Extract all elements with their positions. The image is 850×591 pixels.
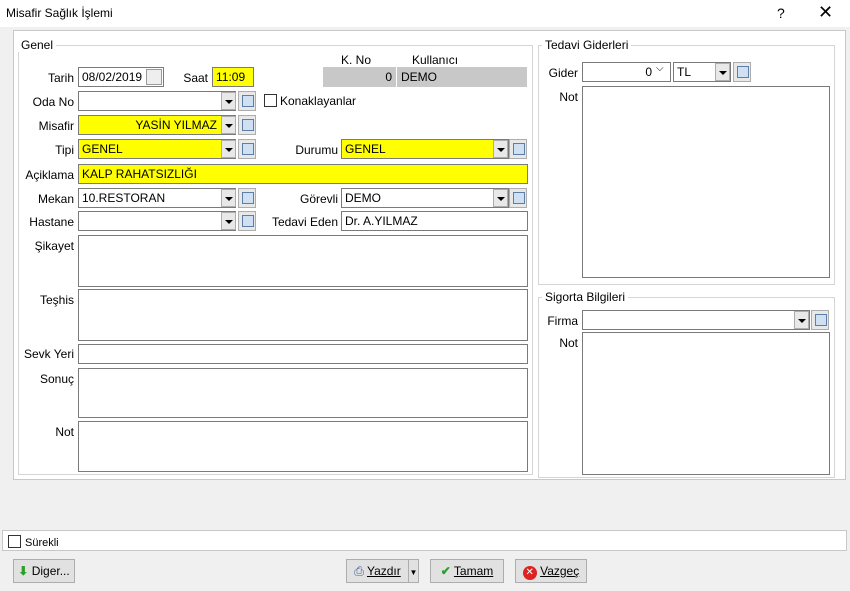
misafir-dropdown-icon[interactable] xyxy=(221,116,236,134)
firma-lookup-icon[interactable] xyxy=(811,310,829,330)
sonuc-label: Sonuç xyxy=(39,372,74,386)
tamam-label: Tamam xyxy=(453,564,494,578)
konaklayanlar-checkbox[interactable] xyxy=(264,94,277,107)
tedavi-not-label: Not xyxy=(559,90,578,104)
durumu-lookup-icon[interactable] xyxy=(509,139,527,159)
gider-chevron-down-icon[interactable]: ⌵ xyxy=(656,63,664,74)
hastane-dropdown-icon[interactable] xyxy=(221,212,236,230)
close-button[interactable]: ✕ xyxy=(818,2,833,23)
durumu-dropdown-icon[interactable] xyxy=(493,140,508,158)
yazdir-dropdown-button[interactable]: ▼ xyxy=(408,559,419,583)
gorevli-dropdown-icon[interactable] xyxy=(493,189,508,207)
genel-not-memo[interactable] xyxy=(78,421,528,472)
misafir-combo[interactable]: YASİN YILMAZ xyxy=(78,115,236,135)
durumu-label: Durumu xyxy=(295,143,338,157)
mekan-combo[interactable]: 10.RESTORAN xyxy=(78,188,236,208)
tedavieden-label: Tedavi Eden xyxy=(271,215,338,229)
tipi-combo[interactable]: GENEL xyxy=(78,139,236,159)
chevron-down-icon: ▼ xyxy=(409,568,418,577)
kullanici-label: Kullanıcı xyxy=(412,53,459,67)
tarih-value: 08/02/2019 xyxy=(82,70,143,84)
sevkyeri-label: Sevk Yeri xyxy=(23,347,74,361)
title-bar xyxy=(0,0,850,27)
misafir-label: Misafir xyxy=(38,119,74,133)
diger-button[interactable]: ⬇ Diger... xyxy=(13,559,75,583)
tamam-button[interactable]: ✔ Tamam xyxy=(430,559,504,583)
check-icon: ✔ xyxy=(440,564,451,578)
window-title: Misafir Sağlık İşlemi xyxy=(6,6,113,20)
currency-dropdown-icon[interactable] xyxy=(715,63,730,81)
surekli-checkbox[interactable] xyxy=(8,535,21,548)
tipi-lookup-icon[interactable] xyxy=(238,139,256,159)
gider-label: Gider xyxy=(548,66,578,80)
odano-label: Oda No xyxy=(32,95,74,109)
hastane-label: Hastane xyxy=(29,215,74,229)
firma-dropdown-icon[interactable] xyxy=(794,311,809,329)
tedavi-legend: Tedavi Giderleri xyxy=(542,38,632,52)
tipi-dropdown-icon[interactable] xyxy=(221,140,236,158)
sikayet-memo[interactable] xyxy=(78,235,528,287)
vazgec-button[interactable]: ✕ Vazgeç xyxy=(515,559,587,583)
arrow-down-icon: ⬇ xyxy=(18,564,29,578)
help-button[interactable]: ? xyxy=(777,5,785,21)
kno-label: K. No xyxy=(341,53,372,67)
odano-dropdown-icon[interactable] xyxy=(221,92,236,110)
tedavi-not-memo[interactable] xyxy=(582,86,830,278)
kullanici-field: DEMO xyxy=(397,67,527,87)
durumu-combo[interactable]: GENEL xyxy=(341,139,509,159)
mekan-dropdown-icon[interactable] xyxy=(221,189,236,207)
odano-lookup-icon[interactable] xyxy=(238,91,256,111)
gorevli-combo[interactable]: DEMO xyxy=(341,188,509,208)
aciklama-field[interactable]: KALP RAHATSIZLIĞI xyxy=(78,164,528,184)
sevkyeri-field[interactable] xyxy=(78,344,528,364)
sonuc-memo[interactable] xyxy=(78,368,528,418)
surekli-bar xyxy=(2,530,847,551)
yazdir-label: Yazdır xyxy=(366,564,401,578)
hastane-lookup-icon[interactable] xyxy=(238,211,256,231)
sigorta-not-label: Not xyxy=(559,336,578,350)
tipi-label: Tipi xyxy=(55,143,74,157)
firma-combo[interactable] xyxy=(582,310,810,330)
misafir-lookup-icon[interactable] xyxy=(238,115,256,135)
yazdir-button[interactable]: ⎙ Yazdır xyxy=(346,559,409,583)
odano-combo[interactable] xyxy=(78,91,236,111)
calendar-icon[interactable] xyxy=(146,69,162,85)
teshis-memo[interactable] xyxy=(78,289,528,341)
gorevli-label: Görevli xyxy=(299,192,338,206)
konaklayanlar-label: Konaklayanlar xyxy=(280,94,357,108)
hastane-combo[interactable] xyxy=(78,211,236,231)
sikayet-label: Şikayet xyxy=(34,239,74,253)
mekan-lookup-icon[interactable] xyxy=(238,188,256,208)
gorevli-lookup-icon[interactable] xyxy=(509,188,527,208)
aciklama-label: Açiklama xyxy=(25,168,74,182)
kno-field: 0 xyxy=(323,67,396,87)
surekli-label: Sürekli xyxy=(25,537,59,549)
tedavieden-field[interactable]: Dr. A.YILMAZ xyxy=(341,211,528,231)
sigorta-not-memo[interactable] xyxy=(582,332,830,475)
sigorta-legend: Sigorta Bilgileri xyxy=(542,290,629,304)
currency-lookup-icon[interactable] xyxy=(733,62,751,82)
saat-label: Saat xyxy=(183,71,208,85)
printer-icon: ⎙ xyxy=(354,564,364,578)
tarih-label: Tarih xyxy=(47,71,74,85)
genel-legend: Genel xyxy=(18,38,57,52)
diger-label: Diger... xyxy=(31,564,70,578)
teshis-label: Teşhis xyxy=(39,293,74,307)
firma-label: Firma xyxy=(547,314,578,328)
cancel-icon: ✕ xyxy=(522,566,537,580)
genel-not-label: Not xyxy=(55,425,74,439)
vazgec-label: Vazgeç xyxy=(540,564,580,578)
mekan-label: Mekan xyxy=(37,192,74,206)
saat-field[interactable]: 11:09 xyxy=(212,67,254,87)
